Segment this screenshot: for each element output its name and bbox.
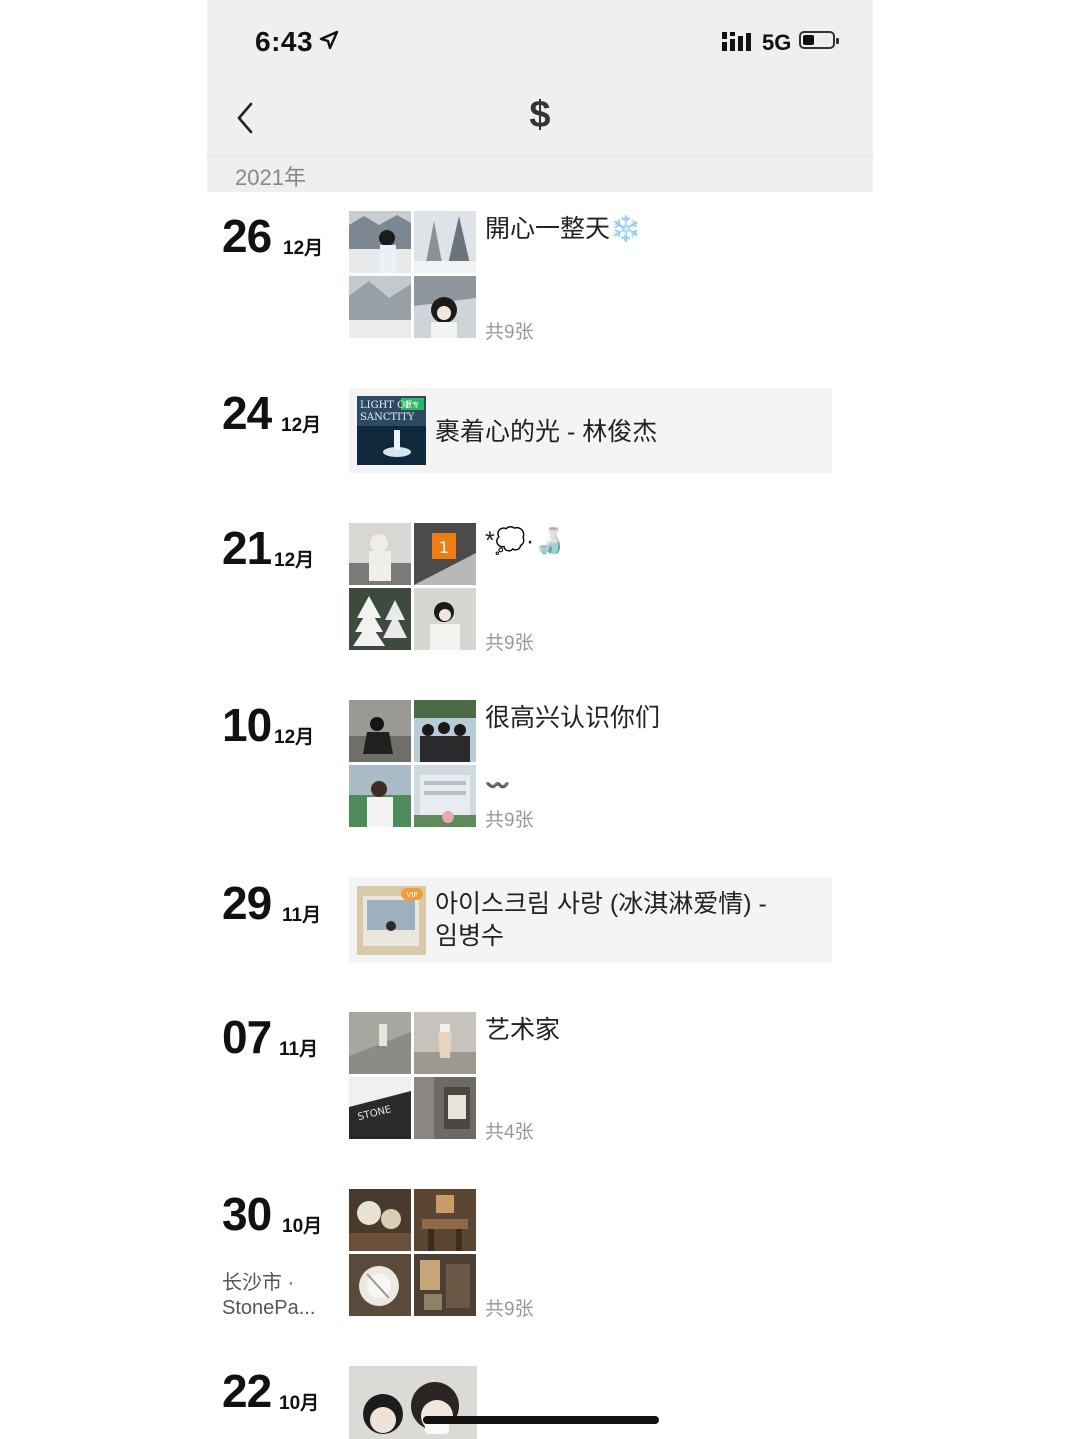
photo-thumbnail[interactable] [349, 588, 411, 650]
status-bar: 6:43 5G [207, 0, 873, 80]
year-label: 2021年 [235, 165, 306, 190]
signal-icon [722, 32, 751, 51]
photo-thumbnail[interactable] [414, 276, 476, 338]
entry-month: 11月 [282, 905, 322, 926]
photo-thumbnail[interactable] [414, 1189, 476, 1251]
svg-text:1: 1 [439, 538, 449, 557]
nav-title: $ [529, 94, 551, 136]
entry-text: 艺术家 [485, 1016, 561, 1044]
battery-icon [799, 31, 839, 49]
photo-thumbnail[interactable] [349, 523, 411, 585]
photo-grid[interactable] [349, 700, 477, 828]
entry-text: 很高兴认识你们 [485, 704, 661, 732]
music-title: 裹着心的光 - 林俊杰 [435, 418, 658, 446]
entry-text: *💭·🍶 [485, 527, 566, 555]
photo-thumbnail[interactable]: STONE [349, 1077, 411, 1139]
photo-thumbnail[interactable] [349, 276, 411, 338]
svg-text:VIP: VIP [406, 891, 417, 899]
network-label: 5G [762, 30, 792, 55]
entry-day: 21 [222, 522, 272, 574]
photo-thumbnail[interactable] [414, 765, 476, 827]
photo-grid[interactable]: STONE [349, 1012, 477, 1140]
photo-thumbnail[interactable] [349, 1366, 477, 1439]
entry-month: 12月 [281, 415, 322, 436]
entry-month: 12月 [283, 238, 324, 259]
location-line2: StonePa... [222, 1297, 316, 1319]
location-arrow-icon [319, 30, 339, 50]
entry-day: 24 [222, 387, 272, 439]
entry-month: 12月 [274, 727, 315, 748]
photo-thumbnail[interactable] [349, 1189, 411, 1251]
album-cover: VIP [357, 886, 426, 955]
photo-thumbnail[interactable] [414, 700, 476, 762]
photo-grid[interactable] [349, 1189, 477, 1317]
photo-thumbnail[interactable] [414, 588, 476, 650]
music-title-line1: 아이스크림 사랑 (冰淇淋爱情) - [435, 890, 767, 918]
music-title-line2: 임병수 [435, 922, 505, 950]
photo-grid[interactable]: 1 [349, 523, 477, 651]
photo-thumbnail[interactable] [414, 211, 476, 273]
entry-month: 11月 [279, 1039, 319, 1060]
photo-thumbnail[interactable] [414, 1012, 476, 1074]
home-indicator[interactable] [423, 1416, 659, 1424]
phone-screen: 6:43 5G $ 2021年 26 12月 開心一整天❄️ 共9张 24 12… [207, 0, 873, 1439]
photo-count: 共9张 [485, 322, 534, 343]
entry-month: 10月 [279, 1393, 320, 1414]
album-cover: 数专LIGHT OFSANCTITY [357, 396, 426, 465]
photo-thumbnail[interactable] [414, 1077, 476, 1139]
entry-day: 07 [222, 1011, 272, 1063]
entry-day: 10 [222, 699, 272, 751]
svg-text:LIGHT OF: LIGHT OF [360, 400, 412, 411]
photo-count: 共9张 [485, 1299, 534, 1320]
entry-day: 29 [222, 877, 272, 929]
entry-day: 22 [222, 1365, 272, 1417]
photo-thumbnail[interactable] [349, 700, 411, 762]
location-label: 长沙市 · StonePa... [222, 1271, 315, 1321]
photo-thumbnail[interactable] [414, 1254, 476, 1316]
entry-day: 26 [222, 210, 272, 262]
photo-count: 共9张 [485, 810, 534, 831]
entry-month: 10月 [282, 1216, 323, 1237]
photo-thumbnail[interactable]: 1 [414, 523, 476, 585]
photo-count: 共9张 [485, 633, 534, 654]
entry-day: 30 [222, 1188, 272, 1240]
photo-thumbnail[interactable] [349, 1012, 411, 1074]
entry-text: 開心一整天❄️ [485, 215, 642, 243]
photo-grid[interactable] [349, 211, 477, 339]
photo-thumbnail[interactable] [349, 765, 411, 827]
photo-count: 共4张 [485, 1122, 534, 1143]
nav-bar: $ [207, 80, 873, 156]
music-card[interactable]: 数专 LIGHT OF SANCTITY 裹着心的光 - 林俊杰 [349, 388, 832, 473]
svg-text:SANCTITY: SANCTITY [360, 412, 415, 423]
year-header: 2021年 [207, 156, 873, 192]
photo-grid[interactable] [349, 1366, 477, 1439]
photo-thumbnail[interactable] [349, 211, 411, 273]
music-card[interactable]: VIP 아이스크림 사랑 (冰淇淋爱情) - 임병수 [349, 878, 832, 963]
location-line1: 长沙市 · [222, 1272, 295, 1294]
photo-thumbnail[interactable] [349, 1254, 411, 1316]
entry-month: 12月 [274, 550, 315, 571]
entry-text-line2: 〰️ [485, 775, 510, 797]
status-time: 6:43 [255, 26, 314, 57]
